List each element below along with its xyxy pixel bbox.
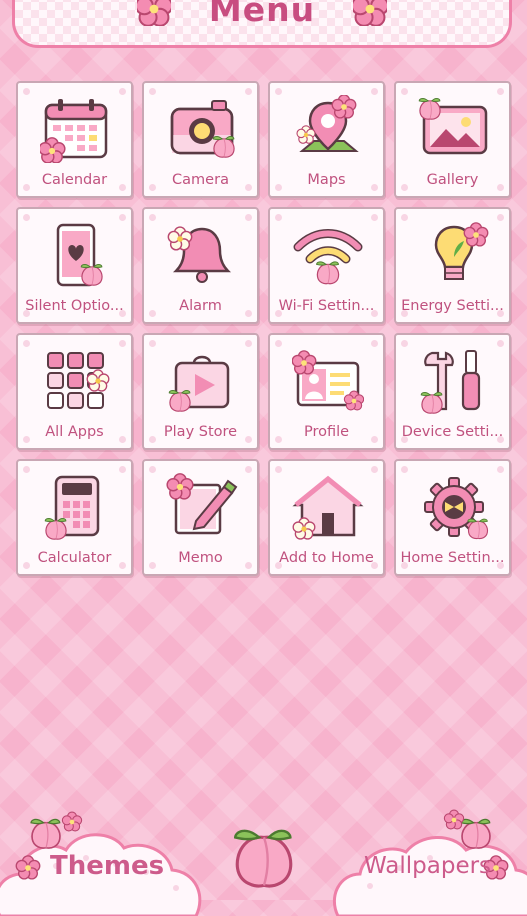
app-label: Profile	[303, 424, 350, 440]
phone-silent-icon	[56, 223, 103, 287]
app-label: Calculator	[37, 550, 112, 566]
app-label: Device Setti...	[401, 424, 504, 440]
app-label: Home Settin...	[400, 550, 505, 566]
app-tile-silent-options[interactable]: Silent Optio...	[16, 207, 133, 324]
house-icon	[292, 475, 364, 540]
app-label: All Apps	[45, 424, 104, 440]
app-tile-energy-settings[interactable]: Energy Setti...	[394, 207, 511, 324]
profile-card-icon	[292, 350, 364, 411]
gear-bow-icon	[424, 477, 489, 540]
app-tile-calendar[interactable]: Calendar	[16, 81, 133, 198]
app-label: Calendar	[41, 172, 108, 188]
app-label: Play Store	[163, 424, 238, 440]
calculator-icon	[44, 475, 100, 540]
app-label: Gallery	[426, 172, 479, 188]
app-tile-maps[interactable]: Maps	[268, 81, 385, 198]
app-tile-home-settings[interactable]: Home Settin...	[394, 459, 511, 576]
wifi-icon	[293, 229, 363, 285]
app-label: Add to Home	[279, 550, 374, 566]
app-tile-device-settings[interactable]: Device Setti...	[394, 333, 511, 450]
menu-header: Menu	[12, 0, 512, 48]
app-label: Camera	[172, 172, 229, 188]
calendar-icon	[40, 99, 108, 163]
page-title: Menu	[208, 0, 316, 29]
app-label: Memo	[178, 550, 223, 566]
themes-label[interactable]: Themes	[50, 851, 164, 881]
memo-pencil-icon	[166, 473, 238, 535]
app-label: Maps	[307, 172, 346, 188]
app-tile-alarm[interactable]: Alarm	[142, 207, 259, 324]
apps-grid-icon	[47, 352, 110, 409]
app-tile-all-apps[interactable]: All Apps	[16, 333, 133, 450]
wrench-screwdriver-icon	[420, 350, 481, 414]
bell-icon	[167, 226, 232, 283]
app-label: Energy Setti...	[401, 298, 504, 314]
app-tile-calculator[interactable]: Calculator	[16, 459, 133, 576]
wallpapers-label[interactable]: Wallpapers	[364, 853, 491, 879]
app-label: Wi-Fi Settin...	[278, 298, 375, 314]
app-label: Silent Optio...	[25, 298, 124, 314]
gallery-icon	[418, 97, 488, 155]
app-tile-camera[interactable]: Camera	[142, 81, 259, 198]
camera-icon	[170, 100, 235, 158]
app-tile-memo[interactable]: Memo	[142, 459, 259, 576]
map-pin-icon	[296, 95, 359, 152]
peach-icon	[233, 829, 293, 888]
app-tile-play-store[interactable]: Play Store	[142, 333, 259, 450]
lightbulb-icon	[434, 222, 489, 280]
play-store-icon	[168, 355, 230, 412]
app-tile-gallery[interactable]: Gallery	[394, 81, 511, 198]
app-tile-add-to-home[interactable]: Add to Home	[268, 459, 385, 576]
app-tile-wifi-settings[interactable]: Wi-Fi Settin...	[268, 207, 385, 324]
app-label: Alarm	[179, 298, 222, 314]
flower-icon	[353, 0, 387, 26]
app-tile-profile[interactable]: Profile	[268, 333, 385, 450]
